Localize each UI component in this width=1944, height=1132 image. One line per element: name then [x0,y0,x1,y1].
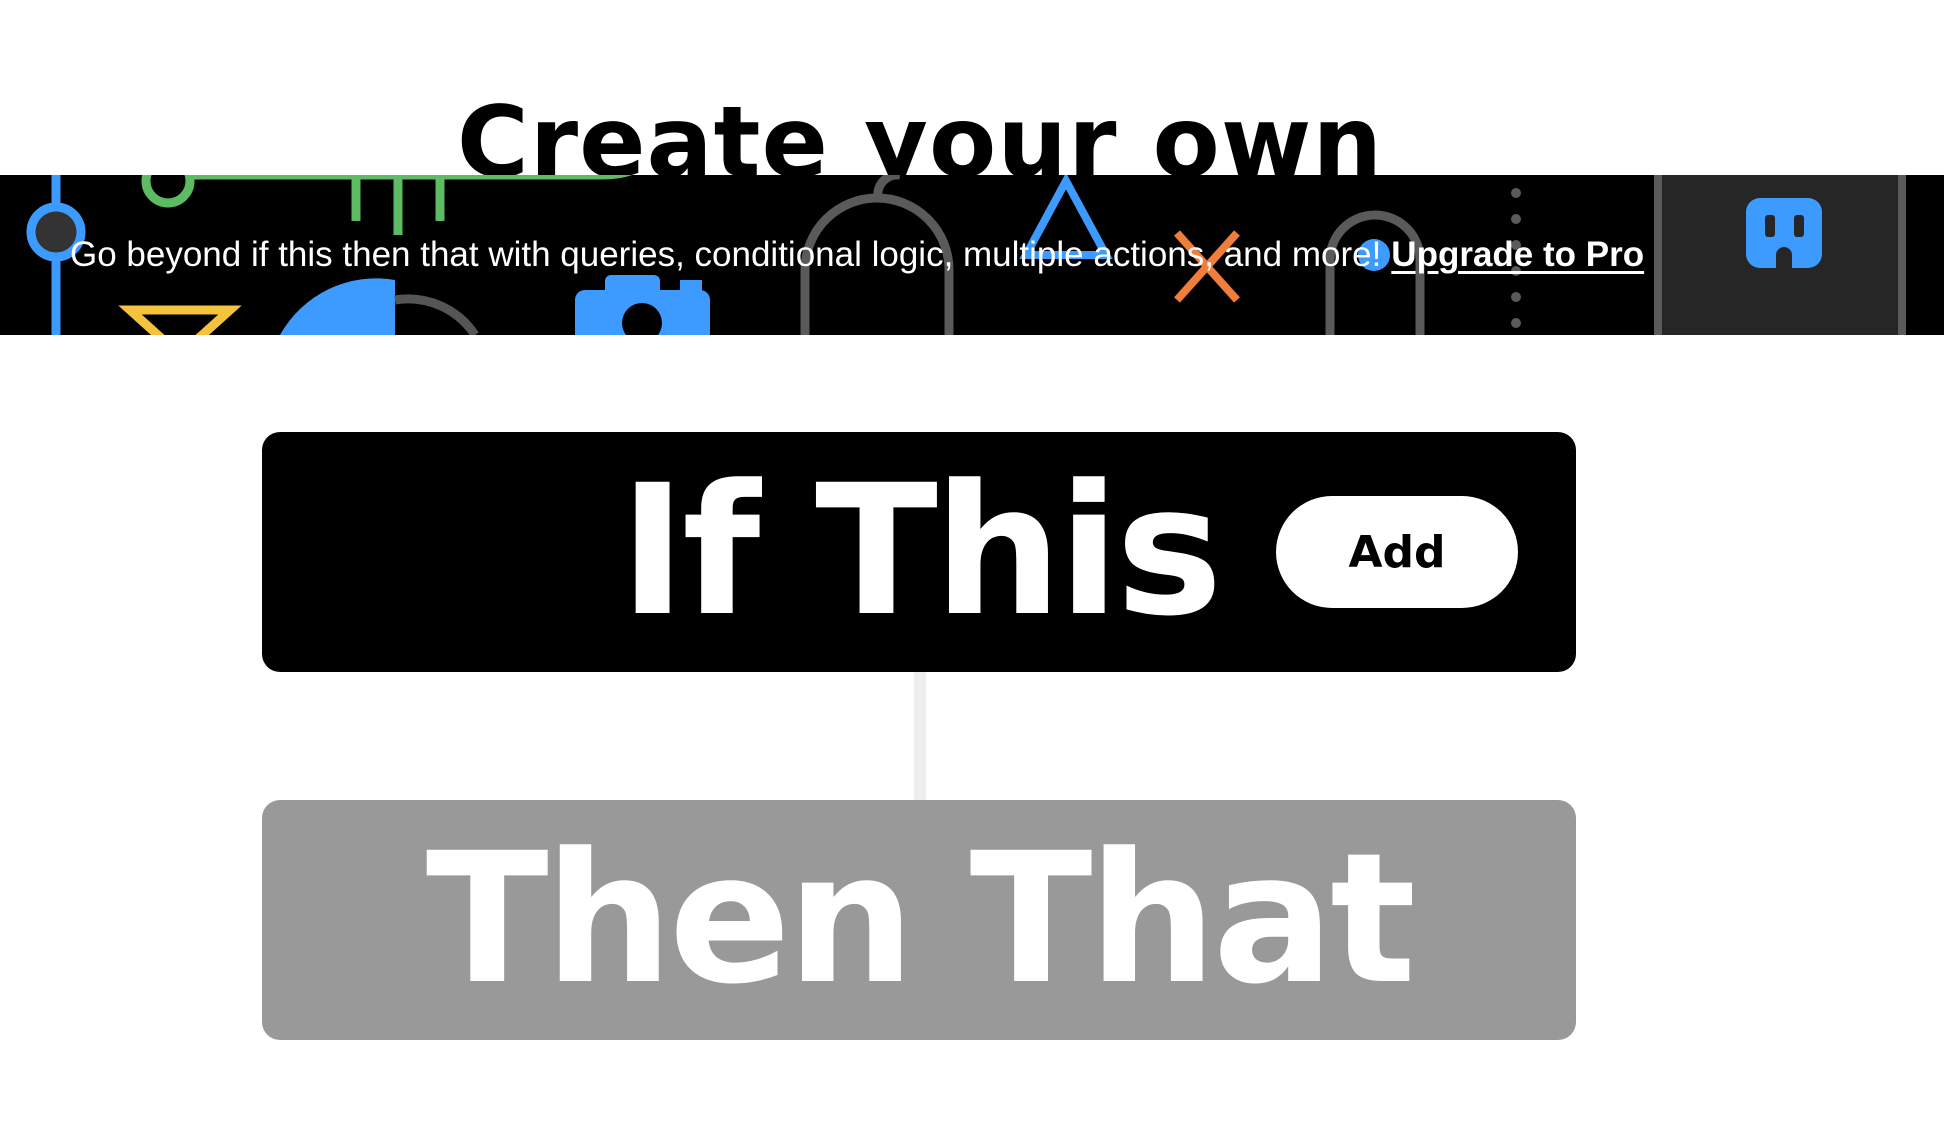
banner-message-row: Go beyond if this then that with queries… [70,175,1644,335]
then-that-label: Then That [425,815,1416,1024]
create-applet-page: Create your own Go beyond if this then t… [0,0,1944,1132]
pro-upgrade-banner: Go beyond if this then that with queries… [0,175,1944,335]
upgrade-to-pro-link[interactable]: Upgrade to Pro [1391,235,1644,275]
if-this-card[interactable]: If This Add [262,432,1576,672]
connector-line [914,672,926,800]
then-that-card: Then That [262,800,1576,1040]
banner-message: Go beyond if this then that with queries… [70,235,1382,274]
add-trigger-button[interactable]: Add [1276,496,1518,608]
if-this-label: If This [619,447,1223,656]
